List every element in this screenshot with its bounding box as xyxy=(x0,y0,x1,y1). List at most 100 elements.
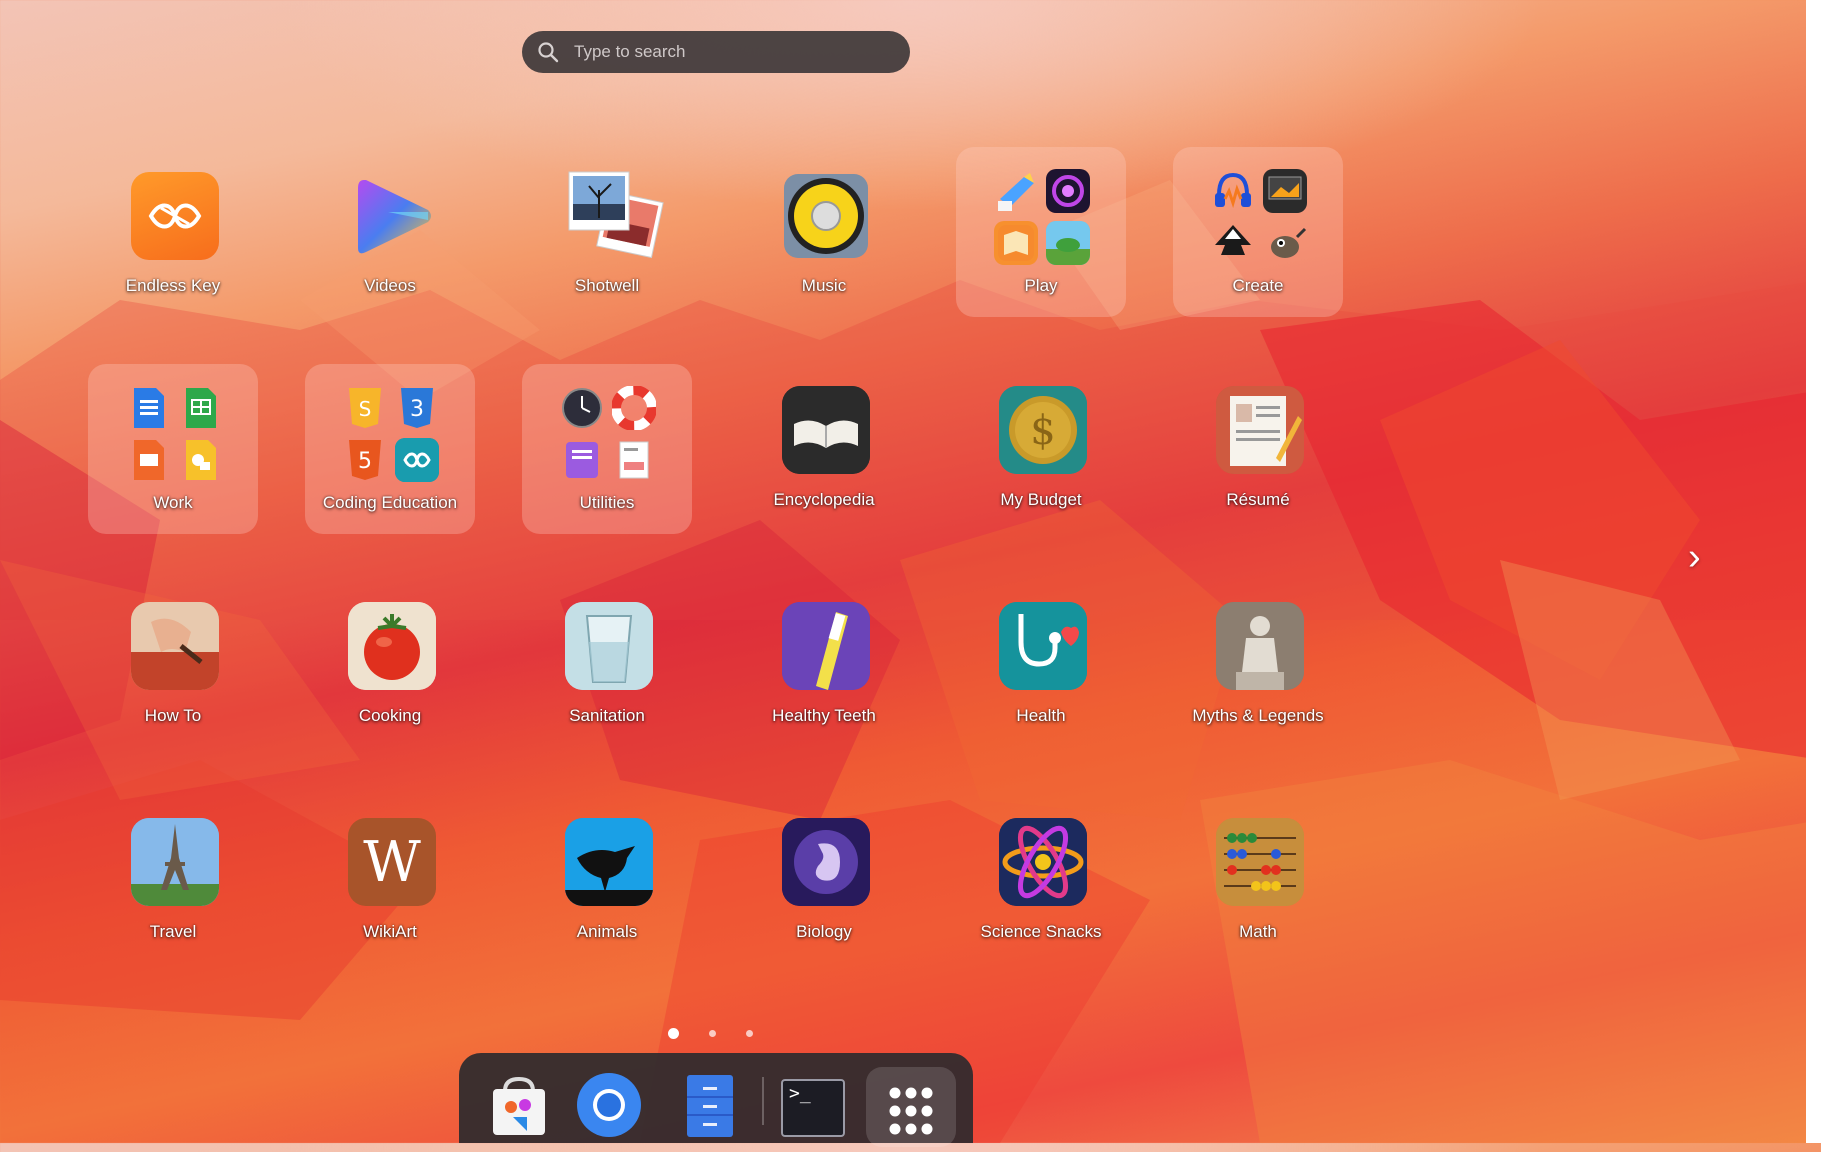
impress-icon xyxy=(126,438,170,482)
writer-icon xyxy=(126,386,170,430)
inkscape-icon xyxy=(1211,221,1255,265)
water-glass-icon xyxy=(565,602,653,690)
app-health[interactable]: Health xyxy=(956,580,1126,750)
app-how-to[interactable]: How To xyxy=(88,580,258,750)
app-music[interactable]: Music xyxy=(739,150,909,320)
window-edge xyxy=(1806,0,1821,1143)
endless-key-icon xyxy=(131,172,219,260)
app-label: How To xyxy=(144,706,202,725)
app-grid-icon xyxy=(889,1087,933,1135)
frog-game-icon xyxy=(1046,221,1090,265)
videos-icon xyxy=(348,172,436,260)
pencil-game-icon xyxy=(994,169,1038,213)
app-label: Work xyxy=(153,493,193,512)
app-animals[interactable]: Animals xyxy=(522,796,692,966)
resume-document-icon xyxy=(1216,386,1304,474)
app-label: Coding Education xyxy=(322,493,458,512)
app-label: Music xyxy=(801,276,847,295)
app-endless-key[interactable]: Endless Key xyxy=(88,150,258,320)
page-dot-1[interactable] xyxy=(668,1028,679,1039)
app-healthy-teeth[interactable]: Healthy Teeth xyxy=(739,580,909,750)
svg-text:$: $ xyxy=(1030,408,1055,454)
folder-utilities[interactable]: Utilities xyxy=(522,364,692,534)
app-label: Shotwell xyxy=(574,276,640,295)
folder-create[interactable]: Create xyxy=(1173,147,1343,317)
calc-icon xyxy=(178,386,222,430)
file-cabinet-icon xyxy=(687,1075,733,1137)
page-dot-2[interactable] xyxy=(709,1030,716,1037)
book-game-icon xyxy=(994,221,1038,265)
atom-icon xyxy=(999,818,1087,906)
app-biology[interactable]: Biology xyxy=(739,796,909,966)
folder-coding-education[interactable]: S 3 5 Coding Education xyxy=(305,364,475,534)
app-label: WikiArt xyxy=(363,922,417,941)
page-indicator xyxy=(668,1028,753,1039)
dock-terminal[interactable]: >_ xyxy=(779,1073,845,1137)
eiffel-tower-icon xyxy=(131,818,219,906)
encyclopedia-book-icon xyxy=(782,386,870,474)
bird-icon xyxy=(565,818,653,906)
show-apps-button[interactable] xyxy=(866,1067,956,1147)
help-lifebuoy-icon xyxy=(612,386,656,430)
app-label: Biology xyxy=(796,922,852,941)
app-label: Create xyxy=(1232,276,1284,295)
app-label: Science Snacks xyxy=(980,922,1102,941)
tomato-icon xyxy=(348,602,436,690)
app-label: Utilities xyxy=(579,493,635,512)
page-dot-3[interactable] xyxy=(746,1030,753,1037)
terminal-prompt: >_ xyxy=(789,1083,811,1104)
app-label: Play xyxy=(1024,276,1058,295)
app-label: Health xyxy=(1016,706,1066,725)
search-input[interactable] xyxy=(572,41,896,63)
draw-icon xyxy=(178,438,222,482)
audacity-icon xyxy=(1211,169,1255,213)
app-label: Myths & Legends xyxy=(1192,706,1324,725)
how-to-icon xyxy=(131,602,219,690)
coin-icon: $ xyxy=(999,386,1087,474)
dock: >_ xyxy=(459,1053,973,1147)
abacus-icon xyxy=(1216,818,1304,906)
app-label: Résumé xyxy=(1226,490,1290,509)
toothbrush-icon xyxy=(782,602,870,690)
app-travel[interactable]: Travel xyxy=(88,796,258,966)
wallpaper xyxy=(0,180,1821,1143)
app-shotwell[interactable]: Shotwell xyxy=(522,150,692,320)
search-icon xyxy=(538,42,559,63)
dock-files[interactable] xyxy=(677,1073,741,1137)
app-encyclopedia[interactable]: Encyclopedia xyxy=(739,364,909,534)
spiral-game-icon xyxy=(1046,169,1090,213)
app-sanitation[interactable]: Sanitation xyxy=(522,580,692,750)
folder-work[interactable]: Work xyxy=(88,364,258,534)
svg-text:S: S xyxy=(359,397,372,421)
app-label: Videos xyxy=(364,276,416,295)
app-cooking[interactable]: Cooking xyxy=(305,580,475,750)
wikiart-icon: W xyxy=(348,818,436,906)
app-science-snacks[interactable]: Science Snacks xyxy=(956,796,1126,966)
chromium-icon xyxy=(577,1073,641,1137)
statue-icon xyxy=(1216,602,1304,690)
app-videos[interactable]: Videos xyxy=(305,150,475,320)
gimp-icon xyxy=(1263,221,1307,265)
text-editor-icon xyxy=(560,438,604,482)
app-label: Encyclopedia xyxy=(773,490,875,509)
next-page-arrow[interactable]: › xyxy=(1688,536,1701,579)
app-math[interactable]: Math xyxy=(1173,796,1343,966)
arduino-icon xyxy=(395,438,439,482)
document-viewer-icon xyxy=(612,438,656,482)
app-label: Math xyxy=(1239,922,1277,941)
app-label: Travel xyxy=(149,922,197,941)
terminal-icon: >_ xyxy=(781,1079,845,1137)
app-myths-legends[interactable]: Myths & Legends xyxy=(1173,580,1343,750)
folder-play[interactable]: Play xyxy=(956,147,1126,317)
search-bar[interactable] xyxy=(522,31,910,73)
app-resume[interactable]: Résumé xyxy=(1173,364,1343,534)
dock-chromium[interactable] xyxy=(577,1073,641,1137)
svg-text:5: 5 xyxy=(358,449,372,474)
dock-app-center[interactable] xyxy=(487,1073,551,1137)
app-wikiart[interactable]: W WikiArt xyxy=(305,796,475,966)
speaker-icon xyxy=(782,172,870,260)
app-my-budget[interactable]: $ My Budget xyxy=(956,364,1126,534)
image-viewer-icon xyxy=(1263,169,1307,213)
css3-icon: 3 xyxy=(395,386,439,430)
svg-text:3: 3 xyxy=(410,397,424,422)
